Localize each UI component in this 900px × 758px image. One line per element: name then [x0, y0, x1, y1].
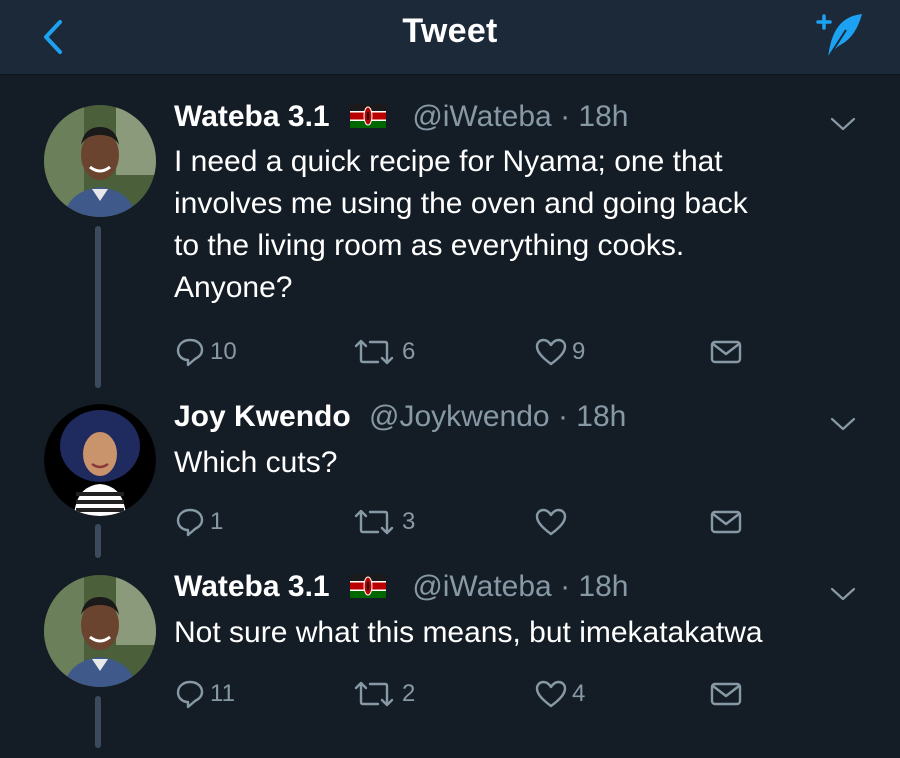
tweet-header: Joy Kwendo @Joykwendo · 18h: [174, 400, 627, 433]
like-button[interactable]: 4: [534, 674, 585, 714]
reply-icon: [174, 336, 206, 368]
author-name[interactable]: Wateba 3.1: [174, 100, 330, 133]
retweet-icon: [350, 336, 398, 368]
avatar[interactable]: [44, 575, 156, 687]
envelope-icon: [709, 336, 743, 368]
reply-icon: [174, 678, 206, 710]
avatar[interactable]: [44, 404, 156, 516]
compose-tweet-icon[interactable]: [810, 8, 870, 64]
timestamp[interactable]: 18h: [576, 400, 626, 433]
tweet-text: Not sure what this means, but imekatakat…: [174, 616, 763, 649]
like-count: 9: [572, 338, 586, 365]
retweet-count: 6: [402, 338, 416, 365]
chevron-down-icon[interactable]: [828, 114, 858, 134]
tweet-actions: 11 2 4: [174, 674, 774, 714]
author-handle[interactable]: @iWateba: [412, 570, 551, 603]
chevron-down-icon[interactable]: [828, 414, 858, 434]
timestamp[interactable]: 18h: [578, 570, 628, 603]
page-title: Tweet: [402, 12, 498, 50]
timestamp[interactable]: 18h: [578, 100, 628, 133]
reply-button[interactable]: 1: [174, 502, 223, 542]
kenya-flag-icon: [350, 104, 386, 128]
tweet-header: Wateba 3.1 @iWateba · 18h: [174, 570, 629, 603]
reply-count: 11: [210, 680, 235, 707]
kenya-flag-icon: [350, 574, 386, 598]
heart-icon: [534, 336, 568, 368]
like-button[interactable]: [534, 502, 572, 542]
retweet-count: 3: [402, 508, 416, 535]
retweet-button[interactable]: 6: [350, 332, 415, 372]
retweet-icon: [350, 678, 398, 710]
tweet-header: Wateba 3.1 @iWateba · 18h: [174, 100, 629, 133]
tweet-text: I need a quick recipe for Nyama; one tha…: [174, 145, 748, 304]
chevron-down-icon[interactable]: [828, 584, 858, 604]
heart-icon: [534, 678, 568, 710]
author-handle[interactable]: @Joykwendo: [369, 400, 550, 433]
envelope-icon: [709, 506, 743, 538]
thread-line: [95, 696, 101, 748]
retweet-count: 2: [402, 680, 416, 707]
navigation-bar: Tweet: [0, 0, 900, 75]
retweet-button[interactable]: 2: [350, 674, 415, 714]
reply-button[interactable]: 11: [174, 674, 235, 714]
author-name[interactable]: Joy Kwendo: [174, 400, 351, 433]
envelope-icon: [709, 678, 743, 710]
reply-icon: [174, 506, 206, 538]
avatar[interactable]: [44, 105, 156, 217]
reply-count: 10: [210, 338, 237, 365]
direct-message-button[interactable]: [709, 332, 743, 372]
direct-message-button[interactable]: [709, 674, 743, 714]
author-name[interactable]: Wateba 3.1: [174, 570, 330, 603]
author-handle[interactable]: @iWateba: [412, 100, 551, 133]
tweet-actions: 10 6 9: [174, 332, 774, 372]
direct-message-button[interactable]: [709, 502, 743, 542]
tweet-text: Which cuts?: [174, 446, 338, 479]
like-button[interactable]: 9: [534, 332, 585, 372]
heart-icon: [534, 506, 568, 538]
retweet-button[interactable]: 3: [350, 502, 415, 542]
retweet-icon: [350, 506, 398, 538]
like-count: 4: [572, 680, 586, 707]
thread-line: [95, 524, 101, 558]
reply-count: 1: [210, 508, 224, 535]
tweet-actions: 1 3: [174, 502, 774, 542]
thread-line: [95, 226, 101, 388]
reply-button[interactable]: 10: [174, 332, 237, 372]
